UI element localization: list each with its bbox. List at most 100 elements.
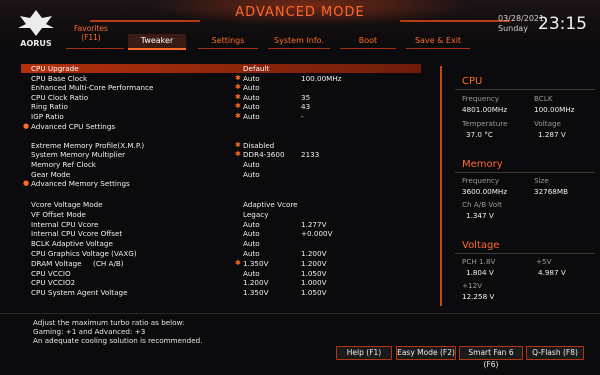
setting-label: DRAM Voltage (CH A/B) <box>31 258 124 268</box>
setting-current: 2133 <box>301 150 320 160</box>
setting-value: Auto <box>243 112 260 121</box>
memory-section-title: Memory <box>462 159 503 170</box>
qflash-button[interactable]: Q-Flash (F8) <box>526 346 584 360</box>
setting-label: CPU Graphics Voltage (VAXG) <box>31 249 137 258</box>
setting-value: Auto <box>243 83 260 93</box>
smart-fan-button[interactable]: Smart Fan 6 (F6) <box>459 346 523 369</box>
setting-value: Auto <box>243 73 260 83</box>
setting-value: 1.200V <box>243 278 269 288</box>
setting-label: CPU Clock Ratio <box>31 92 89 102</box>
tab-underline <box>198 48 258 49</box>
memory-size-value: 32768MB <box>534 187 568 196</box>
setting-cpu-upgrade[interactable]: CPU Upgrade Default <box>21 64 421 73</box>
submenu-advanced-cpu-settings[interactable]: ● Advanced CPU Settings <box>21 122 421 131</box>
setting-current: 1.050V <box>301 268 327 278</box>
setting-bclk-adaptive-voltage[interactable]: BCLK Adaptive Voltage Auto <box>21 239 421 248</box>
setting-internal-cpu-vcore[interactable]: Internal CPU Vcore Auto 1.277V <box>21 220 421 229</box>
setting-system-memory-multiplier[interactable]: System Memory Multiplier ✱ DDR4-3600 213… <box>21 150 421 159</box>
aorus-logo: AORUS <box>10 6 62 50</box>
setting-value: Auto <box>243 219 260 229</box>
setting-memory-ref-clock[interactable]: Memory Ref Clock Auto <box>21 160 421 169</box>
setting-xmp[interactable]: Extreme Memory Profile(X.M.P.) ✱ Disable… <box>21 141 421 150</box>
section-divider <box>455 172 595 173</box>
day-label: Sunday <box>498 24 528 33</box>
tab-favorites[interactable]: Favorites (F11) <box>66 24 116 42</box>
modified-star-icon: ✱ <box>235 73 241 82</box>
setting-igp-ratio[interactable]: IGP Ratio ✱ Auto - <box>21 112 421 121</box>
memory-frequency-value: 3600.00MHz <box>462 187 508 196</box>
setting-cpu-vccio2[interactable]: CPU VCCIO2 1.200V 1.000V <box>21 278 421 287</box>
pch-voltage-value: 1.804 V <box>466 268 494 277</box>
setting-value: Default <box>243 64 270 73</box>
setting-cpu-base-clock[interactable]: CPU Base Clock ✱ Auto 100.00MHz <box>21 74 421 83</box>
setting-cpu-clock-ratio[interactable]: CPU Clock Ratio ✱ Auto 35 <box>21 93 421 102</box>
setting-vcore-voltage-mode[interactable]: Vcore Voltage Mode Adaptive Vcore <box>21 200 421 209</box>
setting-label: CPU VCCIO2 <box>31 278 76 288</box>
setting-current: 1.200V <box>301 249 327 258</box>
setting-ring-ratio[interactable]: Ring Ratio ✱ Auto 43 <box>21 102 421 111</box>
cpu-temperature-value: 37.0 °C <box>466 130 493 139</box>
setting-current: +0.000V <box>301 229 333 239</box>
setting-label: Advanced Memory Settings <box>31 179 130 189</box>
voltage-section-title: Voltage <box>462 240 500 251</box>
setting-value: Auto <box>243 102 260 112</box>
tab-tweaker[interactable]: Tweaker <box>128 34 186 50</box>
section-divider <box>455 253 595 254</box>
modified-star-icon: ✱ <box>235 102 241 111</box>
setting-current: 43 <box>301 102 311 112</box>
setting-cpu-vccio[interactable]: CPU VCCIO Auto 1.050V <box>21 269 421 278</box>
modified-star-icon: ✱ <box>235 150 241 159</box>
setting-label: Memory Ref Clock <box>31 160 96 169</box>
bottom-divider <box>0 313 600 314</box>
setting-current: 35 <box>301 92 311 102</box>
help-button[interactable]: Help (F1) <box>336 346 392 360</box>
memory-frequency-label: Frequency <box>462 176 500 185</box>
setting-label: Gear Mode <box>31 169 71 179</box>
setting-label: IGP Ratio <box>31 112 64 121</box>
tab-underline <box>340 48 396 49</box>
cpu-temperature-label: Temperature <box>462 119 508 128</box>
tab-system-info[interactable]: System Info. <box>268 34 330 48</box>
mode-title: ADVANCED MODE <box>235 5 365 20</box>
setting-label: Enhanced Multi-Core Performance <box>31 83 154 93</box>
memory-volt-label: Ch A/B Volt <box>462 200 502 209</box>
setting-dram-voltage[interactable]: DRAM Voltage (CH A/B) ✱ 1.350V 1.200V <box>21 259 421 268</box>
tab-boot[interactable]: Boot <box>340 34 396 48</box>
tab-underline <box>66 48 124 49</box>
tab-settings[interactable]: Settings <box>198 34 258 48</box>
section-divider <box>455 89 595 90</box>
setting-enhanced-multicore[interactable]: Enhanced Multi-Core Performance ✱ Auto <box>21 83 421 92</box>
cpu-voltage-label: Voltage <box>534 119 561 128</box>
easy-mode-button[interactable]: Easy Mode (F2) <box>396 346 456 360</box>
setting-value: DDR4-3600 <box>243 150 285 160</box>
setting-cpu-system-agent-voltage[interactable]: CPU System Agent Voltage 1.350V 1.050V <box>21 288 421 297</box>
setting-current: 1.000V <box>301 278 327 288</box>
setting-label: Advanced CPU Settings <box>31 121 116 131</box>
header-stripe-right <box>399 20 511 22</box>
setting-gear-mode[interactable]: Gear Mode Auto <box>21 170 421 179</box>
setting-label: System Memory Multiplier <box>31 150 126 160</box>
eagle-icon: AORUS <box>18 10 54 48</box>
setting-current: 100.00MHz <box>301 73 342 83</box>
tab-underline <box>268 48 330 49</box>
submenu-advanced-memory-settings[interactable]: ● Advanced Memory Settings <box>21 179 421 188</box>
tab-save-exit[interactable]: Save & Exit <box>406 34 470 48</box>
setting-cpu-graphics-voltage[interactable]: CPU Graphics Voltage (VAXG) Auto 1.200V <box>21 249 421 258</box>
setting-value: Auto <box>243 169 260 179</box>
setting-value: Adaptive Vcore <box>243 200 298 209</box>
setting-label: Vcore Voltage Mode <box>31 200 103 209</box>
setting-value: Auto <box>243 239 260 249</box>
cpu-bclk-value: 100.00MHz <box>534 105 575 114</box>
setting-internal-cpu-vcore-offset[interactable]: Internal CPU Vcore Offset Auto +0.000V <box>21 229 421 238</box>
setting-vf-offset-mode[interactable]: VF Offset Mode Legacy <box>21 210 421 219</box>
cpu-section-title: CPU <box>462 76 483 87</box>
cpu-frequency-value: 4801.00MHz <box>462 105 508 114</box>
clock: 23:15 <box>538 14 587 34</box>
modified-star-icon: ✱ <box>235 258 241 267</box>
modified-star-icon: ✱ <box>235 92 241 101</box>
help-text-line: Gaming: +1 and Advanced: +3 <box>33 327 146 336</box>
cpu-voltage-value: 1.287 V <box>538 130 566 139</box>
tab-favorites-key: (F11) <box>81 33 101 42</box>
cpu-bclk-label: BCLK <box>534 94 553 103</box>
logo-text: AORUS <box>20 39 52 48</box>
